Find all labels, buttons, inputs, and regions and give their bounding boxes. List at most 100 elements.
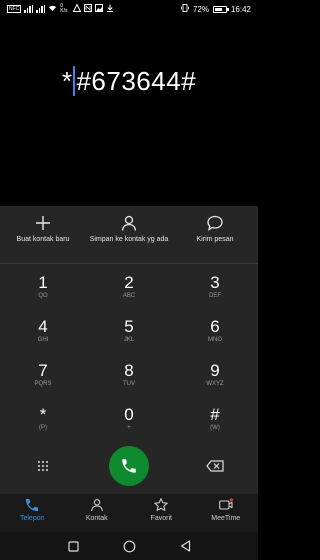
key-digit: 4 bbox=[38, 316, 48, 336]
key-letters: + bbox=[127, 424, 131, 431]
key-0[interactable]: 0 + bbox=[86, 396, 172, 440]
key-digit: # bbox=[210, 404, 220, 424]
send-message-label: Kirim pesan bbox=[196, 236, 234, 243]
contacts-icon bbox=[90, 499, 103, 512]
key-digit: 5 bbox=[124, 316, 134, 336]
image-icon bbox=[95, 4, 104, 14]
key-digit: 0 bbox=[124, 404, 134, 424]
plus-icon bbox=[36, 216, 50, 230]
call-row bbox=[0, 442, 258, 490]
key-digit: * bbox=[39, 404, 47, 424]
key-letters: DEF bbox=[209, 292, 221, 299]
keypad-row: 4 GHI 5 JKL 6 MNO bbox=[0, 308, 258, 352]
back-triangle-icon bbox=[180, 540, 190, 552]
key-digit: 3 bbox=[210, 272, 220, 292]
key-3[interactable]: 3 DEF bbox=[172, 264, 258, 308]
nfc-n-icon bbox=[84, 4, 93, 14]
dialed-number-prefix: * bbox=[61, 66, 73, 96]
key-digit: 7 bbox=[38, 360, 48, 380]
dialed-number-suffix: #673644# bbox=[76, 66, 197, 96]
download-icon bbox=[106, 4, 114, 14]
key-2[interactable]: 2 ABC bbox=[86, 264, 172, 308]
status-right: 72% 16:42 bbox=[181, 4, 251, 14]
vibrate-icon bbox=[181, 4, 189, 14]
key-1[interactable]: 1 QO bbox=[0, 264, 86, 308]
home-button[interactable] bbox=[122, 539, 136, 553]
signal-icon bbox=[24, 5, 34, 13]
save-to-existing-label: Simpan ke kontak yg ada bbox=[89, 236, 169, 243]
square-icon bbox=[67, 540, 79, 552]
key-hash[interactable]: # (W) bbox=[172, 396, 258, 440]
nfc-icon: NFC bbox=[7, 5, 22, 13]
call-slot bbox=[86, 446, 172, 486]
alert-icon bbox=[72, 3, 82, 14]
key-letters: MNO bbox=[208, 336, 222, 343]
tab-telepon[interactable]: Telepon bbox=[0, 494, 65, 532]
send-message-button[interactable]: Kirim pesan bbox=[172, 206, 258, 260]
back-button[interactable] bbox=[178, 539, 192, 553]
key-digit: 8 bbox=[124, 360, 134, 380]
star-icon bbox=[154, 498, 168, 511]
status-left: NFC 0 K/s bbox=[7, 3, 114, 14]
key-4[interactable]: 4 GHI bbox=[0, 308, 86, 352]
key-letters: WXYZ bbox=[206, 380, 224, 387]
battery-fill bbox=[214, 7, 223, 11]
system-nav-bar bbox=[0, 532, 258, 560]
key-star[interactable]: * (P) bbox=[0, 396, 86, 440]
battery-icon bbox=[212, 5, 229, 13]
key-letters: PQRS bbox=[34, 380, 52, 387]
phone-icon bbox=[122, 459, 136, 473]
keypad: 1 QO 2 ABC 3 DEF 4 GHI 5 JKL 6 MNO 7 PQRS 8 TUV … bbox=[0, 264, 258, 440]
network-speed: 0 K/s bbox=[60, 3, 68, 14]
key-letters: JKL bbox=[123, 336, 135, 343]
dialpad-grid-icon bbox=[38, 461, 48, 471]
call-button[interactable] bbox=[109, 446, 149, 486]
backspace-button[interactable] bbox=[172, 460, 258, 472]
keypad-row: * (P) 0 + # (W) bbox=[0, 396, 258, 440]
tab-meetime[interactable]: MeeTime bbox=[194, 494, 259, 532]
key-digit: 1 bbox=[38, 272, 48, 292]
key-letters: GHI bbox=[37, 336, 49, 343]
key-letters: (P) bbox=[39, 424, 47, 431]
wifi-icon bbox=[48, 4, 57, 14]
create-contact-button[interactable]: Buat kontak baru bbox=[0, 206, 86, 260]
video-call-icon bbox=[218, 498, 233, 510]
key-7[interactable]: 7 PQRS bbox=[0, 352, 86, 396]
bottom-tabs: Telepon Kontak Favorit MeeTime bbox=[0, 494, 258, 532]
person-icon bbox=[121, 215, 137, 231]
dialer-sheet: Buat kontak baru Simpan ke kontak yg ada… bbox=[0, 206, 258, 494]
tab-label: MeeTime bbox=[211, 515, 241, 522]
battery-percent: 72% bbox=[192, 4, 209, 14]
keypad-row: 1 QO 2 ABC 3 DEF bbox=[0, 264, 258, 308]
key-letters: ABC bbox=[122, 292, 136, 299]
tab-favorit[interactable]: Favorit bbox=[129, 494, 194, 532]
save-to-existing-contact-button[interactable]: Simpan ke kontak yg ada bbox=[86, 206, 172, 260]
dialed-number[interactable]: * #673644# bbox=[0, 66, 258, 97]
create-contact-label: Buat kontak baru bbox=[16, 236, 70, 243]
signal-icon bbox=[36, 5, 46, 13]
message-icon bbox=[207, 215, 223, 231]
status-bar: NFC 0 K/s 72% 16:42 bbox=[0, 0, 258, 18]
phone-tab-icon bbox=[26, 499, 39, 511]
backspace-icon bbox=[206, 460, 224, 472]
tab-kontak[interactable]: Kontak bbox=[65, 494, 130, 532]
key-letters: QO bbox=[38, 292, 48, 299]
key-5[interactable]: 5 JKL bbox=[86, 308, 172, 352]
key-letters: TUV bbox=[123, 380, 135, 387]
key-8[interactable]: 8 TUV bbox=[86, 352, 172, 396]
tab-label: Favorit bbox=[150, 515, 172, 522]
key-digit: 9 bbox=[210, 360, 220, 380]
key-9[interactable]: 9 WXYZ bbox=[172, 352, 258, 396]
dialpad-toggle-button[interactable] bbox=[0, 460, 86, 472]
tab-label: Kontak bbox=[85, 515, 108, 522]
recents-button[interactable] bbox=[66, 539, 80, 553]
circle-icon bbox=[123, 540, 135, 552]
quick-actions: Buat kontak baru Simpan ke kontak yg ada… bbox=[0, 206, 258, 260]
key-letters: (W) bbox=[210, 424, 220, 431]
tab-label: Telepon bbox=[19, 515, 45, 522]
number-display[interactable]: * #673644# bbox=[0, 18, 258, 206]
key-6[interactable]: 6 MNO bbox=[172, 308, 258, 352]
key-digit: 2 bbox=[124, 272, 134, 292]
clock: 16:42 bbox=[230, 4, 251, 14]
key-digit: 6 bbox=[210, 316, 220, 336]
